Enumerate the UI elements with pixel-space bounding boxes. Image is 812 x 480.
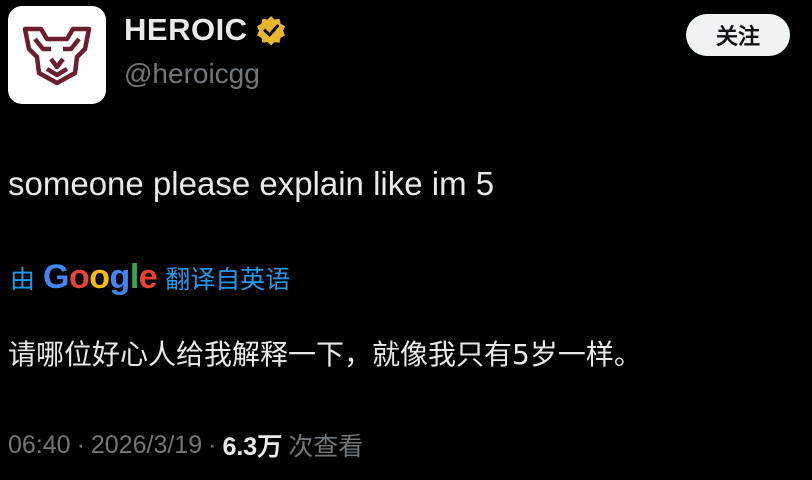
translated-tweet-text: 请哪位好心人给我解释一下，就像我只有5岁一样。	[8, 338, 642, 371]
google-letter: G	[43, 258, 69, 296]
author-handle[interactable]: @heroicgg	[124, 58, 260, 90]
tweet-meta: 06:40 · 2026/3/19 · 6.3万 次查看	[8, 427, 363, 463]
avatar[interactable]	[8, 6, 106, 104]
google-letter: g	[109, 258, 131, 296]
translation-prefix: 由	[10, 264, 36, 294]
follow-button[interactable]: 关注	[686, 14, 790, 56]
translation-suffix: 翻译自英语	[165, 264, 291, 294]
meta-separator: ·	[208, 430, 217, 459]
views-label: 次查看	[288, 432, 364, 461]
google-letter: o	[68, 258, 90, 296]
tweet-date[interactable]: 2026/3/19	[91, 431, 202, 460]
translation-attribution[interactable]: 由 Google 翻译自英语	[10, 258, 290, 297]
heroic-wolf-logo-icon	[22, 26, 92, 86]
tweet-time[interactable]: 06:40	[8, 431, 71, 460]
tweet-text: someone please explain like im 5	[8, 165, 495, 202]
google-letter: o	[89, 258, 110, 296]
google-letter: e	[138, 258, 158, 296]
meta-separator: ·	[76, 430, 85, 459]
google-logo: Google	[43, 258, 158, 297]
author-display-name[interactable]: HEROIC	[124, 12, 248, 48]
views-count[interactable]: 6.3万	[222, 427, 282, 463]
verified-badge-icon	[256, 16, 285, 45]
google-letter: l	[129, 258, 139, 296]
author-name-row: HEROIC	[124, 12, 286, 48]
